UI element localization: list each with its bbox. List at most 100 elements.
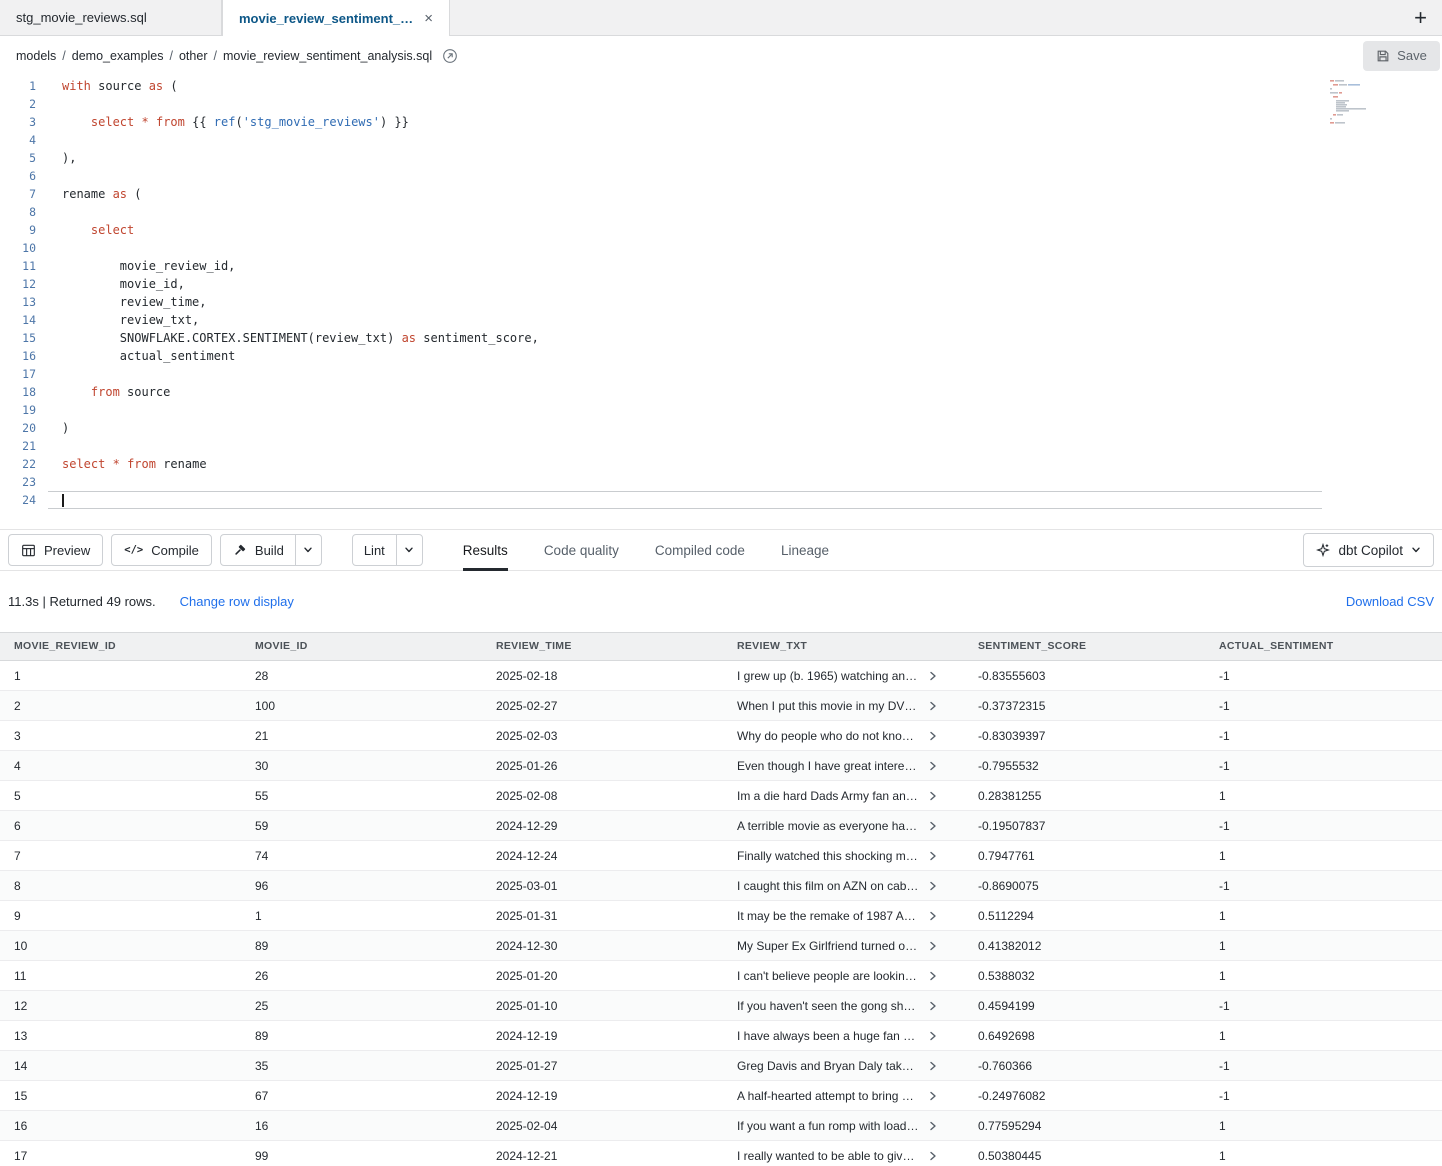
- code-line[interactable]: [48, 473, 1322, 491]
- expand-review-icon[interactable]: [928, 1081, 938, 1110]
- lint-button[interactable]: Lint: [353, 535, 396, 565]
- code-line[interactable]: [48, 365, 1322, 383]
- line-number: 21: [0, 437, 36, 455]
- breadcrumb-item[interactable]: movie_review_sentiment_analysis.sql: [223, 49, 432, 63]
- preview-button[interactable]: Preview: [8, 534, 103, 566]
- code-line[interactable]: [48, 239, 1322, 257]
- expand-review-icon[interactable]: [928, 811, 938, 840]
- build-button[interactable]: Build: [221, 535, 295, 565]
- copilot-sparkle-icon: [1316, 543, 1330, 557]
- save-button[interactable]: Save: [1363, 41, 1440, 71]
- expand-review-icon[interactable]: [928, 1021, 938, 1050]
- code-line[interactable]: select * from rename: [48, 455, 1322, 473]
- change-row-display-link[interactable]: Change row display: [180, 594, 294, 609]
- table-cell: 2025-02-03: [482, 721, 723, 750]
- expand-review-icon[interactable]: [928, 991, 938, 1020]
- expand-review-icon[interactable]: [928, 721, 938, 750]
- download-csv-link[interactable]: Download CSV: [1346, 594, 1434, 609]
- table-cell: Why do people who do not know what…: [723, 721, 964, 750]
- column-header[interactable]: REVIEW_TIME: [482, 633, 723, 660]
- table-cell: I caught this film on AZN on cable. It s…: [723, 871, 964, 900]
- expand-review-icon[interactable]: [928, 781, 938, 810]
- code-line[interactable]: [48, 401, 1322, 419]
- table-row: 4302025-01-26Even though I have great in…: [0, 751, 1442, 781]
- build-dropdown-button[interactable]: [295, 535, 321, 565]
- column-header[interactable]: REVIEW_TXT: [723, 633, 964, 660]
- code-line[interactable]: [48, 437, 1322, 455]
- compile-button[interactable]: </> Compile: [111, 534, 212, 566]
- table-cell: 2025-01-26: [482, 751, 723, 780]
- expand-review-icon[interactable]: [928, 871, 938, 900]
- column-header[interactable]: ACTUAL_SENTIMENT: [1205, 633, 1442, 660]
- review-text: I caught this film on AZN on cable. It s…: [737, 871, 920, 900]
- tab-stg-movie-reviews[interactable]: stg_movie_reviews.sql: [0, 0, 222, 35]
- expand-review-icon[interactable]: [928, 751, 938, 780]
- code-line[interactable]: [48, 491, 1322, 509]
- tab-lineage[interactable]: Lineage: [781, 530, 829, 570]
- table-cell: 1: [0, 661, 241, 690]
- new-tab-button[interactable]: +: [1399, 7, 1442, 29]
- code-line[interactable]: rename as (: [48, 185, 1322, 203]
- table-row: 17992024-12-21I really wanted to be able…: [0, 1141, 1442, 1166]
- code-line[interactable]: [48, 95, 1322, 113]
- column-header[interactable]: MOVIE_ID: [241, 633, 482, 660]
- expand-review-icon[interactable]: [928, 961, 938, 990]
- breadcrumb-item[interactable]: models: [16, 49, 56, 63]
- table-cell: 96: [241, 871, 482, 900]
- code-line[interactable]: movie_review_id,: [48, 257, 1322, 275]
- table-cell: 13: [0, 1021, 241, 1050]
- lint-dropdown-button[interactable]: [396, 535, 422, 565]
- expand-review-icon[interactable]: [928, 661, 938, 690]
- code-line[interactable]: [48, 131, 1322, 149]
- expand-review-icon[interactable]: [928, 931, 938, 960]
- breadcrumb-item[interactable]: demo_examples: [72, 49, 164, 63]
- table-cell: 1: [1205, 841, 1442, 870]
- table-cell: I really wanted to be able to give this …: [723, 1141, 964, 1166]
- column-header[interactable]: MOVIE_REVIEW_ID: [0, 633, 241, 660]
- tab-movie-review-sentiment[interactable]: movie_review_sentiment_… ×: [222, 0, 450, 36]
- table-cell: -0.37372315: [964, 691, 1205, 720]
- table-cell: My Super Ex Girlfriend turned out to b…: [723, 931, 964, 960]
- code-line[interactable]: ): [48, 419, 1322, 437]
- tab-compiled-code[interactable]: Compiled code: [655, 530, 745, 570]
- build-label: Build: [255, 543, 284, 558]
- code-line[interactable]: review_txt,: [48, 311, 1322, 329]
- expand-review-icon[interactable]: [928, 841, 938, 870]
- table-cell: 16: [0, 1111, 241, 1140]
- table-cell: 1: [1205, 961, 1442, 990]
- code-line[interactable]: [48, 203, 1322, 221]
- review-text: Why do people who do not know what…: [737, 721, 920, 750]
- expand-review-icon[interactable]: [928, 691, 938, 720]
- tab-results[interactable]: Results: [463, 530, 508, 570]
- code-editor[interactable]: 1with source as (23 select * from {{ ref…: [0, 75, 1442, 529]
- line-number: 17: [0, 365, 36, 383]
- expand-review-icon[interactable]: [928, 1141, 938, 1166]
- code-line[interactable]: select * from {{ ref('stg_movie_reviews'…: [48, 113, 1322, 131]
- code-line[interactable]: select: [48, 221, 1322, 239]
- expand-review-icon[interactable]: [928, 901, 938, 930]
- code-line[interactable]: from source: [48, 383, 1322, 401]
- column-header[interactable]: SENTIMENT_SCORE: [964, 633, 1205, 660]
- line-number: 20: [0, 419, 36, 437]
- dbt-copilot-button[interactable]: dbt Copilot: [1303, 533, 1434, 567]
- code-line[interactable]: actual_sentiment: [48, 347, 1322, 365]
- table-cell: 2024-12-24: [482, 841, 723, 870]
- code-line[interactable]: movie_id,: [48, 275, 1322, 293]
- table-cell: 1: [1205, 1021, 1442, 1050]
- tab-label: Results: [463, 543, 508, 558]
- review-text: If you want a fun romp with loads of s…: [737, 1111, 920, 1140]
- code-line[interactable]: [48, 167, 1322, 185]
- close-tab-icon[interactable]: ×: [424, 10, 433, 27]
- expand-review-icon[interactable]: [928, 1111, 938, 1140]
- code-line[interactable]: review_time,: [48, 293, 1322, 311]
- file-link-icon[interactable]: [442, 48, 458, 64]
- code-line[interactable]: ),: [48, 149, 1322, 167]
- tab-code-quality[interactable]: Code quality: [544, 530, 619, 570]
- result-tabs: Results Code quality Compiled code Linea…: [463, 530, 829, 570]
- table-cell: 21: [241, 721, 482, 750]
- breadcrumb-item[interactable]: other: [179, 49, 208, 63]
- minimap[interactable]: [1330, 79, 1400, 127]
- code-line[interactable]: with source as (: [48, 77, 1322, 95]
- expand-review-icon[interactable]: [928, 1051, 938, 1080]
- code-line[interactable]: SNOWFLAKE.CORTEX.SENTIMENT(review_txt) a…: [48, 329, 1322, 347]
